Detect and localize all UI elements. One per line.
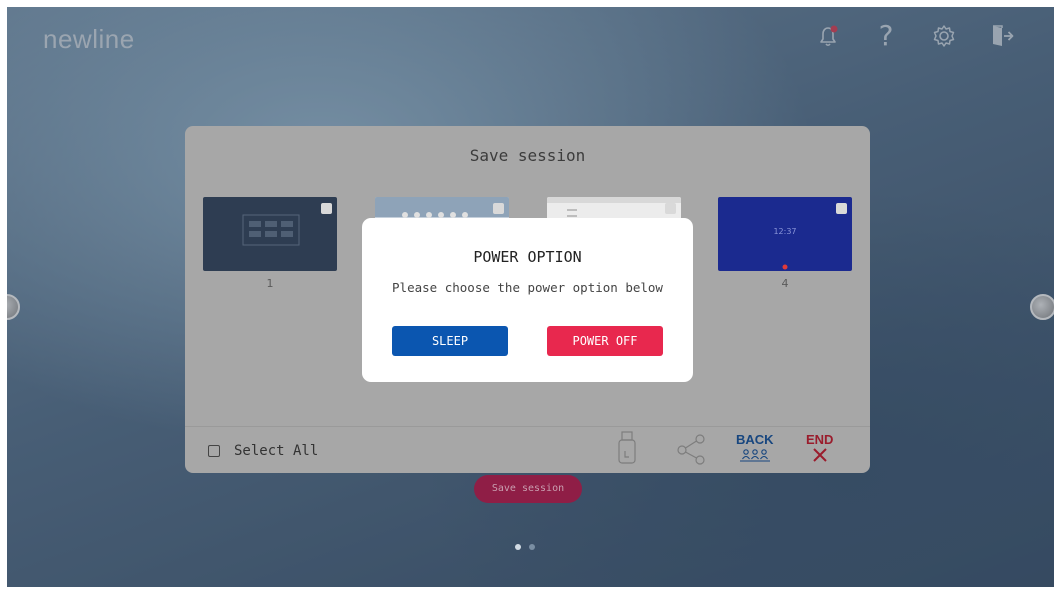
sleep-button[interactable]: SLEEP [392,326,508,356]
screen: newline ? Save session 1 12:37 4 Select … [7,7,1054,587]
save-panel-footer: Select All BACK END [185,426,870,473]
thumbnail-checkbox[interactable] [493,203,504,214]
thumbnail-checkbox[interactable] [321,203,332,214]
power-option-dialog: POWER OPTION Please choose the power opt… [362,218,693,382]
session-thumbnail-1[interactable] [203,197,337,271]
close-icon [813,448,827,462]
thumbnail-content [242,214,300,246]
save-session-title: Save session [469,146,586,165]
thumbnail-checkbox[interactable] [836,203,847,214]
usb-save-button[interactable] [617,431,637,465]
end-session-button[interactable]: END [806,433,833,463]
select-all-checkbox[interactable] [208,445,220,457]
thumbnail-number: 4 [781,277,789,290]
usb-drive-icon [618,431,636,464]
thumbnail-checkbox[interactable] [665,203,676,214]
people-icon [739,449,770,462]
select-all-control[interactable]: Select All [208,443,318,459]
dialog-title: POWER OPTION [473,248,582,266]
thumbnail-clock: 12:37 [773,227,797,236]
share-icon [677,434,705,465]
page-dot[interactable] [529,544,535,550]
dialog-message: Please choose the power option below [392,280,663,295]
page-indicator [515,544,535,550]
page-dot-active[interactable] [515,544,521,550]
share-button[interactable] [676,433,706,465]
select-all-label: Select All [234,443,319,459]
back-button[interactable]: BACK [736,433,774,463]
save-session-button[interactable]: Save session [474,475,582,503]
end-label: END [806,432,834,447]
session-thumbnail-4[interactable]: 12:37 [718,197,852,271]
power-off-button[interactable]: POWER OFF [547,326,663,356]
thumbnail-number: 1 [266,277,274,290]
back-label: BACK [736,432,774,447]
